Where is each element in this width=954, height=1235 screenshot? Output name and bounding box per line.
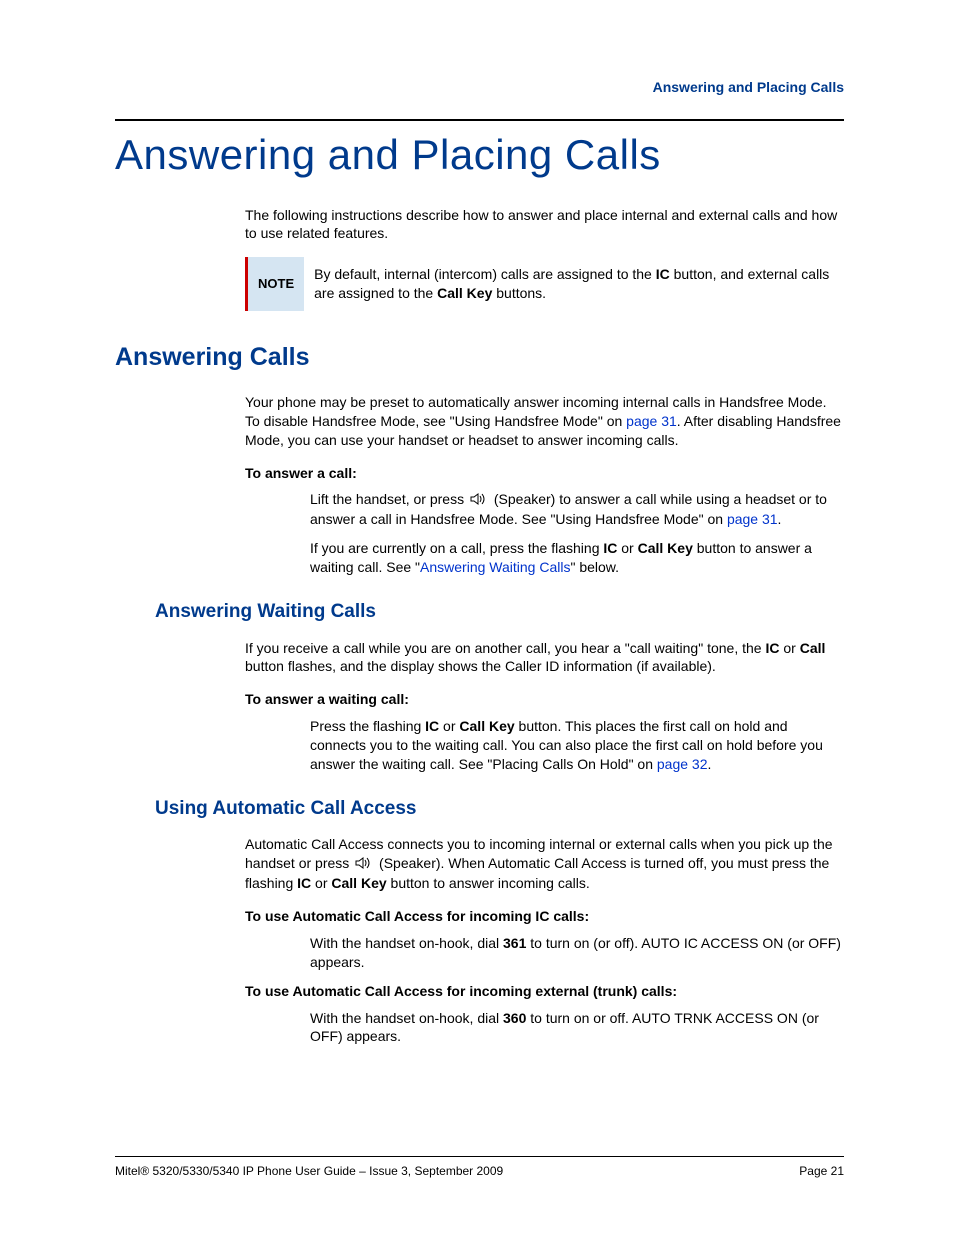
bold-361: 361 xyxy=(503,935,526,951)
text: or xyxy=(311,875,331,891)
text: or xyxy=(779,640,799,656)
intro-paragraph: The following instructions describe how … xyxy=(245,206,844,244)
paragraph: If you receive a call while you are on a… xyxy=(245,639,844,677)
footer-right: Page 21 xyxy=(799,1163,844,1179)
list-item: With the handset on-hook, dial 360 to tu… xyxy=(310,1009,844,1047)
note-box: NOTE By default, internal (intercom) cal… xyxy=(245,257,844,311)
list-item: Lift the handset, or press (Speaker) to … xyxy=(310,490,844,529)
note-text: By default, internal (intercom) calls ar… xyxy=(314,266,656,282)
bold-ic: IC xyxy=(603,540,617,556)
text: Lift the handset, or press xyxy=(310,491,468,507)
text: button flashes, and the display shows th… xyxy=(245,658,716,674)
text: . xyxy=(708,756,712,772)
sub-heading: To answer a waiting call: xyxy=(245,690,844,709)
sub-heading: To use Automatic Call Access for incomin… xyxy=(245,982,844,1001)
speaker-icon xyxy=(470,491,488,510)
note-bold-ic: IC xyxy=(656,266,670,282)
paragraph: Your phone may be preset to automaticall… xyxy=(245,393,844,450)
speaker-icon xyxy=(355,855,373,874)
text: If you are currently on a call, press th… xyxy=(310,540,603,556)
text: " below. xyxy=(570,559,619,575)
footer-left: Mitel® 5320/5330/5340 IP Phone User Guid… xyxy=(115,1163,503,1179)
link-answering-waiting[interactable]: Answering Waiting Calls xyxy=(420,559,570,575)
top-rule xyxy=(115,119,844,121)
heading-answering-calls: Answering Calls xyxy=(115,341,844,375)
bold-callkey: Call Key xyxy=(459,718,514,734)
list-item: If you are currently on a call, press th… xyxy=(310,539,844,577)
sub-heading: To answer a call: xyxy=(245,464,844,483)
text: or xyxy=(439,718,459,734)
note-bold-callkey: Call Key xyxy=(437,285,492,301)
note-label: NOTE xyxy=(248,257,304,311)
text: . xyxy=(778,511,782,527)
text: or xyxy=(617,540,637,556)
text: Press the flashing xyxy=(310,718,425,734)
text: button to answer incoming calls. xyxy=(387,875,590,891)
link-page-31[interactable]: page 31 xyxy=(727,511,778,527)
heading-auto-call-access: Using Automatic Call Access xyxy=(155,796,844,822)
bold-ic: IC xyxy=(765,640,779,656)
text: With the handset on-hook, dial xyxy=(310,935,503,951)
list-item: Press the flashing IC or Call Key button… xyxy=(310,717,844,774)
bold-360: 360 xyxy=(503,1010,526,1026)
note-text: buttons. xyxy=(492,285,546,301)
chapter-title: Answering and Placing Calls xyxy=(115,127,844,184)
bold-call: Call xyxy=(800,640,826,656)
bold-callkey: Call Key xyxy=(638,540,693,556)
paragraph: Automatic Call Access connects you to in… xyxy=(245,835,844,893)
bold-callkey: Call Key xyxy=(331,875,386,891)
bold-ic: IC xyxy=(425,718,439,734)
note-content: By default, internal (intercom) calls ar… xyxy=(304,257,844,311)
text: With the handset on-hook, dial xyxy=(310,1010,503,1026)
running-header: Answering and Placing Calls xyxy=(115,78,844,97)
heading-answering-waiting: Answering Waiting Calls xyxy=(155,599,844,625)
link-page-31[interactable]: page 31 xyxy=(626,413,677,429)
text: If you receive a call while you are on a… xyxy=(245,640,765,656)
list-item: With the handset on-hook, dial 361 to tu… xyxy=(310,934,844,972)
sub-heading: To use Automatic Call Access for incomin… xyxy=(245,907,844,926)
bold-ic: IC xyxy=(297,875,311,891)
page-footer: Mitel® 5320/5330/5340 IP Phone User Guid… xyxy=(115,1156,844,1179)
link-page-32[interactable]: page 32 xyxy=(657,756,708,772)
